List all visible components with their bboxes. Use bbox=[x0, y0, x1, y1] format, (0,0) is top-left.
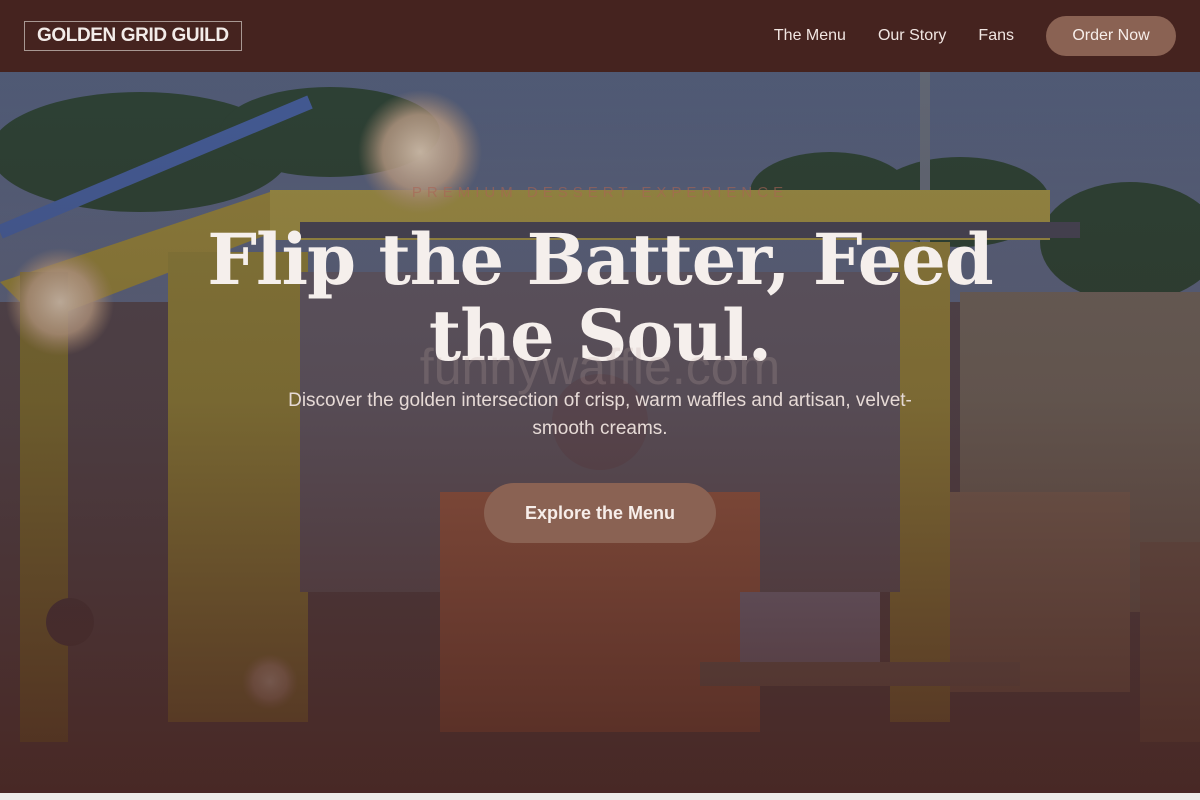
page-bottom-strip bbox=[0, 793, 1200, 800]
top-navigation: GOLDEN GRID GUILD The Menu Our Story Fan… bbox=[0, 0, 1200, 72]
order-now-button[interactable]: Order Now bbox=[1046, 16, 1176, 56]
nav-links: The Menu Our Story Fans Order Now bbox=[742, 16, 1176, 56]
nav-link-menu[interactable]: The Menu bbox=[774, 27, 846, 45]
nav-link-fans[interactable]: Fans bbox=[978, 27, 1014, 45]
hero-eyebrow: PREMIUM DESSERT EXPERIENCE bbox=[411, 184, 789, 201]
hero-subtext: Discover the golden intersection of cris… bbox=[288, 390, 912, 439]
nav-link-our-story[interactable]: Our Story bbox=[878, 27, 946, 45]
brand-logo[interactable]: GOLDEN GRID GUILD bbox=[24, 21, 242, 51]
explore-menu-button[interactable]: Explore the Menu bbox=[484, 483, 716, 543]
